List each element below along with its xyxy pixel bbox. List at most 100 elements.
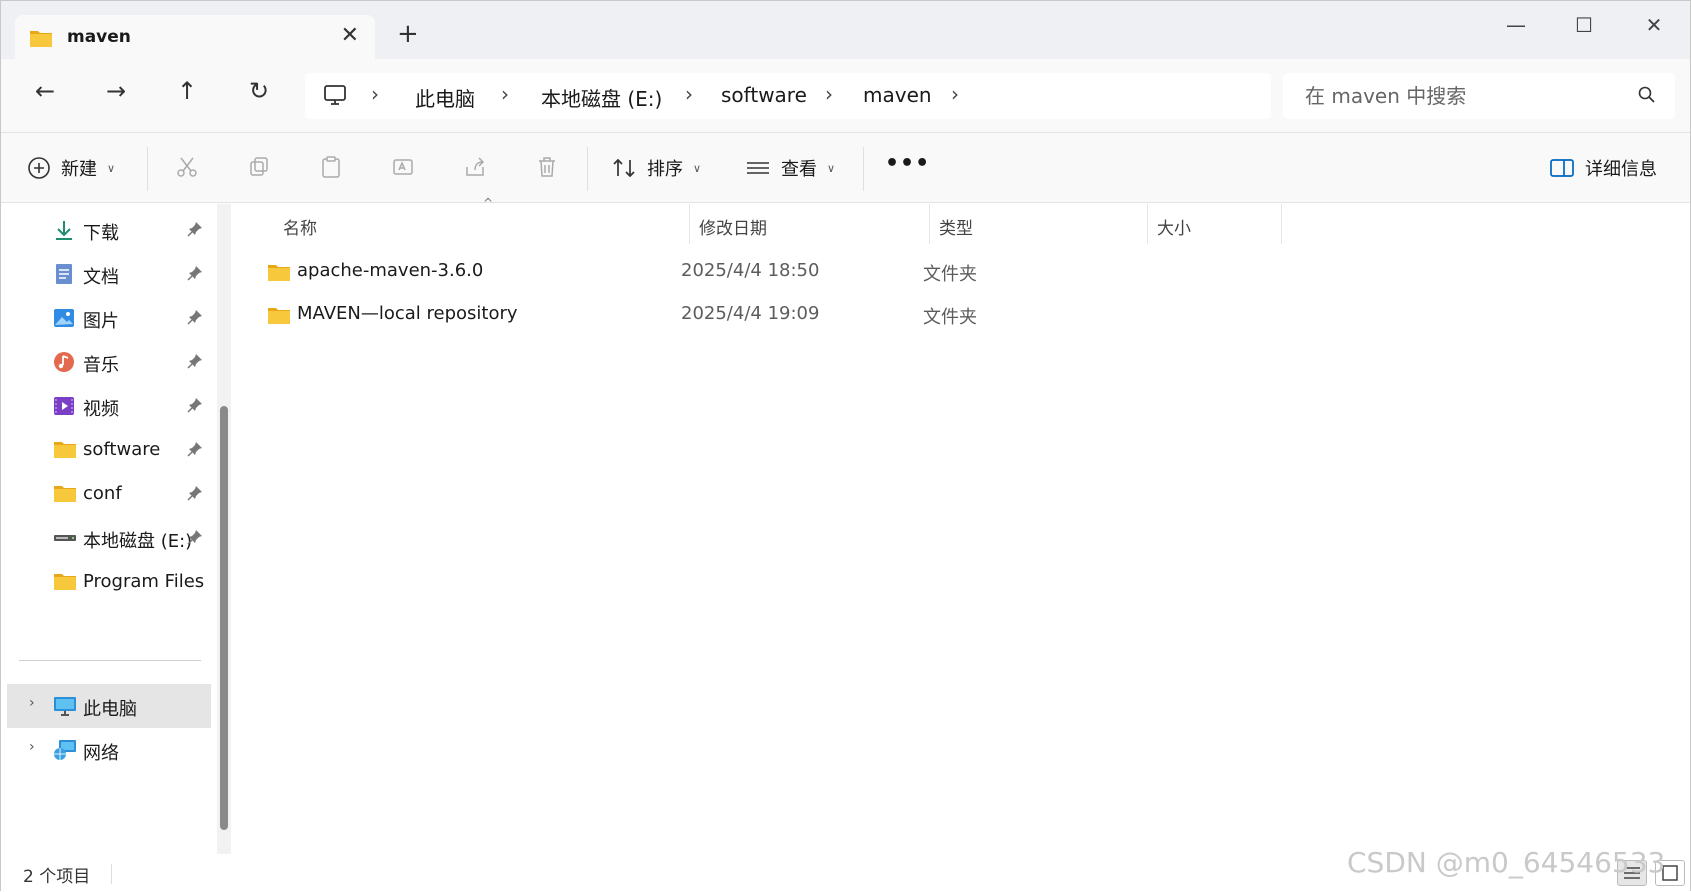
breadcrumb-maven[interactable]: maven [863, 83, 932, 107]
sidebar-scrollbar-thumb[interactable] [220, 406, 228, 830]
column-divider[interactable] [1147, 204, 1148, 244]
download-icon [53, 219, 75, 245]
column-header-size[interactable]: 大小 [1157, 214, 1191, 239]
pin-icon[interactable] [187, 441, 203, 461]
folder-icon [53, 439, 77, 463]
navigation-pane: 下载 文档 图片 音乐 视频 software conf 本地磁盘 (E:) P… [1, 204, 237, 854]
pin-icon[interactable] [187, 529, 203, 549]
folder-icon [267, 305, 291, 329]
tab-maven[interactable]: maven ✕ [15, 15, 375, 61]
copy-icon[interactable] [247, 155, 271, 183]
back-button[interactable]: ← [27, 77, 63, 105]
file-date: 2025/4/4 18:50 [681, 260, 820, 281]
expand-chevron-icon[interactable]: › [29, 695, 35, 711]
sidebar-item-program-files[interactable]: Program Files [1, 560, 211, 604]
column-divider[interactable] [689, 204, 690, 244]
computer-icon [53, 695, 77, 721]
details-pane-button[interactable]: 详细信息 [1549, 155, 1657, 181]
drive-icon [53, 527, 77, 551]
sidebar-item-network[interactable]: › 网络 [7, 728, 211, 772]
expand-chevron-icon[interactable]: › [29, 739, 35, 755]
sidebar-item-this-pc[interactable]: › 此电脑 [7, 684, 211, 728]
title-bar: maven ✕ + — ☐ ✕ [1, 1, 1690, 61]
toolbar-divider [863, 147, 864, 191]
pin-icon[interactable] [187, 265, 203, 285]
folder-icon [53, 571, 77, 595]
file-name: MAVEN—local repository [297, 303, 518, 324]
breadcrumb-drive-e[interactable]: 本地磁盘 (E:) [541, 83, 662, 112]
column-header-name[interactable]: 名称 [283, 214, 317, 239]
breadcrumb-separator[interactable]: › [501, 82, 509, 106]
toolbar-divider [587, 147, 588, 191]
cut-icon[interactable] [175, 155, 199, 183]
watermark-text: CSDN @m0_64546533 [1347, 846, 1666, 879]
breadcrumb-separator[interactable]: › [685, 82, 693, 106]
chevron-down-icon: ∨ [107, 161, 116, 175]
folder-icon [29, 28, 53, 52]
sidebar-item-videos[interactable]: 视频 [1, 384, 211, 428]
share-icon[interactable] [463, 155, 487, 183]
pin-icon[interactable] [187, 221, 203, 241]
sidebar-item-documents[interactable]: 文档 [1, 252, 211, 296]
close-tab-icon[interactable]: ✕ [341, 23, 359, 48]
sort-ascending-icon: ^ [483, 196, 494, 210]
paste-icon[interactable] [319, 155, 343, 183]
more-options-button[interactable]: ••• [885, 151, 930, 176]
maximize-button[interactable]: ☐ [1569, 13, 1599, 37]
search-icon[interactable] [1637, 85, 1657, 109]
monitor-icon[interactable] [323, 83, 347, 111]
refresh-button[interactable]: ↻ [241, 77, 277, 105]
column-divider[interactable] [1281, 204, 1282, 244]
sidebar-item-label: 此电脑 [83, 699, 137, 720]
sort-button[interactable]: 排序 ∨ [611, 155, 701, 181]
delete-icon[interactable] [535, 155, 559, 183]
search-box[interactable] [1283, 73, 1675, 119]
sidebar-item-label: 图片 [83, 311, 119, 332]
sidebar-item-label: 文档 [83, 267, 119, 288]
pin-icon[interactable] [187, 353, 203, 373]
search-input[interactable] [1283, 73, 1675, 119]
chevron-down-icon: ∨ [693, 161, 702, 175]
pin-icon[interactable] [187, 397, 203, 417]
sidebar-item-music[interactable]: 音乐 [1, 340, 211, 384]
breadcrumb-separator[interactable]: › [371, 82, 379, 106]
sidebar-item-label: software [83, 439, 161, 460]
file-type: 文件夹 [923, 264, 977, 285]
toolbar-divider [147, 147, 148, 191]
sidebar-item-label: conf [83, 483, 122, 504]
sort-button-label: 排序 [647, 159, 683, 180]
pictures-icon [53, 307, 75, 333]
sidebar-item-downloads[interactable]: 下载 [1, 208, 211, 252]
network-icon [53, 739, 77, 765]
document-icon [53, 263, 75, 289]
forward-button[interactable]: → [98, 77, 134, 105]
chevron-down-icon: ∨ [827, 161, 836, 175]
breadcrumb-separator[interactable]: › [951, 82, 959, 106]
new-button[interactable]: 新建 ∨ [27, 155, 115, 181]
music-icon [53, 351, 75, 377]
column-divider[interactable] [929, 204, 930, 244]
address-bar[interactable]: › 此电脑 › 本地磁盘 (E:) › software › maven › [305, 73, 1271, 119]
breadcrumb-this-pc[interactable]: 此电脑 [415, 83, 475, 112]
sidebar-item-pictures[interactable]: 图片 [1, 296, 211, 340]
new-tab-button[interactable]: + [397, 19, 419, 49]
details-pane-label: 详细信息 [1585, 159, 1657, 180]
pin-icon[interactable] [187, 485, 203, 505]
up-button[interactable]: ↑ [169, 77, 205, 105]
sidebar-item-conf[interactable]: conf [1, 472, 211, 516]
sidebar-item-label: Program Files [83, 571, 205, 592]
column-header-type[interactable]: 类型 [939, 214, 973, 239]
file-row[interactable]: MAVEN—local repository 2025/4/4 19:09 文件… [267, 295, 1647, 335]
column-header-date[interactable]: 修改日期 [699, 214, 767, 239]
file-row[interactable]: apache-maven-3.6.0 2025/4/4 18:50 文件夹 [267, 252, 1647, 292]
breadcrumb-software[interactable]: software [721, 83, 807, 107]
sidebar-item-drive-e[interactable]: 本地磁盘 (E:) [1, 516, 211, 560]
close-window-button[interactable]: ✕ [1639, 13, 1669, 37]
pin-icon[interactable] [187, 309, 203, 329]
sidebar-item-software[interactable]: software [1, 428, 211, 472]
minimize-button[interactable]: — [1501, 13, 1531, 37]
rename-icon[interactable] [391, 155, 415, 183]
file-list: ^ 名称 修改日期 类型 大小 apache-maven-3.6.0 2025/… [237, 196, 1691, 854]
view-button[interactable]: 查看 ∨ [745, 155, 835, 181]
breadcrumb-separator[interactable]: › [825, 82, 833, 106]
